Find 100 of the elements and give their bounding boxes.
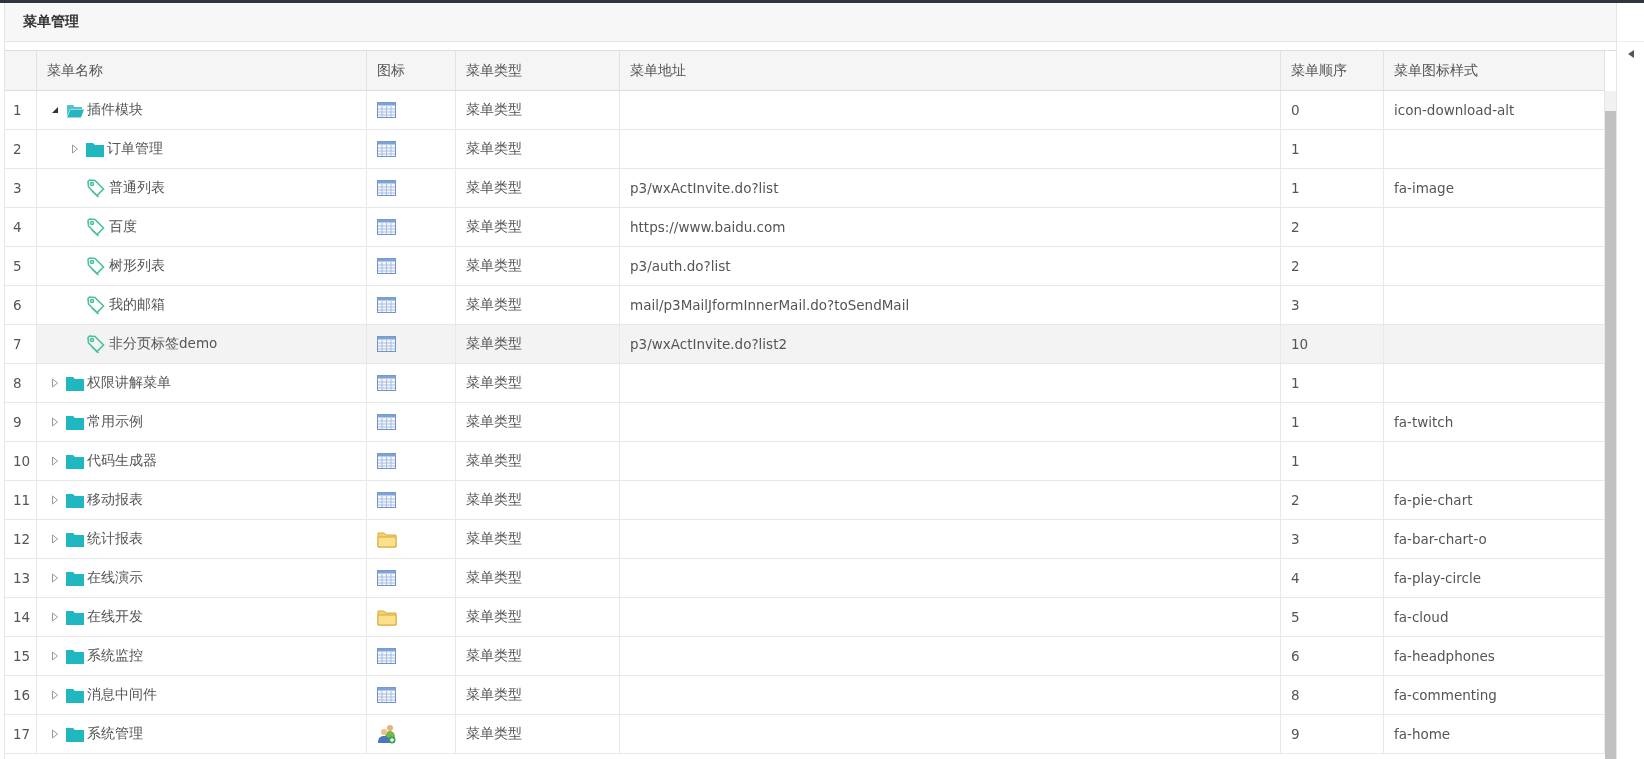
folder-icon	[377, 608, 397, 626]
table-cell: 菜单类型	[466, 335, 522, 353]
table-row[interactable]: 11 移动报表 菜单类型 2 fa-pie-chart	[5, 481, 1605, 520]
table-cell: fa-headphones	[1394, 648, 1495, 664]
table-cell: 3	[1291, 531, 1300, 547]
table-row[interactable]: 7 非分页标签demo 菜单类型 p3/wxActInvite.do?list2 10	[5, 325, 1605, 364]
table-cell: 6	[1291, 648, 1300, 664]
table-cell: 1	[1291, 375, 1300, 391]
table-cell: 菜单类型	[466, 647, 522, 665]
menu-name: 代码生成器	[87, 452, 157, 470]
table-icon	[377, 414, 396, 430]
caret-icon[interactable]	[1627, 50, 1634, 58]
collapsed-arrow-icon[interactable]	[51, 534, 59, 544]
table-cell: 1	[1291, 180, 1300, 196]
table-cell: fa-play-circle	[1394, 570, 1482, 586]
table-row[interactable]: 6 我的邮箱 菜单类型 mail/p3MailJformInnerMail.do?toSendMail 3	[5, 286, 1605, 325]
table-row[interactable]: 8 权限讲解菜单 菜单类型 1	[5, 364, 1605, 403]
table-row[interactable]: 3 普通列表 菜单类型 p3/wxActInvite.do?list 1 fa-image	[5, 169, 1605, 208]
table-icon	[377, 141, 396, 157]
table-row[interactable]: 17 系统管理 菜单类型 9 fa-home	[5, 715, 1605, 754]
table-row[interactable]: 16 消息中间件 菜单类型 8 fa-commenting	[5, 676, 1605, 715]
menu-name: 我的邮箱	[109, 296, 165, 314]
table-icon	[377, 375, 396, 391]
collapsed-arrow-icon[interactable]	[51, 456, 59, 466]
table-cell: https://www.baidu.com	[630, 219, 786, 235]
collapsed-arrow-icon[interactable]	[51, 612, 59, 622]
column-header[interactable]: 菜单类型	[466, 61, 522, 80]
menu-name: 插件模块	[87, 101, 143, 119]
folder-icon	[66, 570, 84, 586]
table-cell: fa-cloud	[1394, 609, 1449, 625]
table-icon	[377, 102, 396, 118]
collapsed-arrow-icon[interactable]	[51, 417, 59, 427]
table-cell: p3/auth.do?list	[630, 258, 731, 274]
collapsed-arrow-icon[interactable]	[71, 144, 79, 154]
table-cell: 菜单类型	[466, 296, 522, 314]
table-row[interactable]: 14 在线开发 菜单类型 5 fa-cloud	[5, 598, 1605, 637]
table-row[interactable]: 5 树形列表 菜单类型 p3/auth.do?list 2	[5, 247, 1605, 286]
menu-name: 系统管理	[87, 725, 143, 743]
tag-icon	[86, 295, 106, 315]
table-icon	[377, 180, 396, 196]
collapsed-arrow-icon[interactable]	[51, 378, 59, 388]
table-row[interactable]: 10 代码生成器 菜单类型 1	[5, 442, 1605, 481]
table-row[interactable]: 4 百度 菜单类型 https://www.baidu.com 2	[5, 208, 1605, 247]
folder-icon	[377, 530, 397, 548]
menu-name: 系统监控	[87, 647, 143, 665]
scrollbar[interactable]	[1605, 91, 1616, 759]
collapsed-arrow-icon[interactable]	[51, 729, 59, 739]
row-number: 14	[13, 609, 31, 625]
open-folder-icon	[66, 102, 84, 118]
menu-name: 非分页标签demo	[109, 335, 218, 353]
table-row[interactable]: 1 插件模块 菜单类型 0 icon-download-alt	[5, 91, 1605, 130]
menu-name: 消息中间件	[87, 686, 157, 704]
table-cell: 5	[1291, 609, 1300, 625]
collapsed-arrow-icon[interactable]	[51, 495, 59, 505]
column-header[interactable]: 菜单图标样式	[1394, 61, 1478, 80]
table-cell: 菜单类型	[466, 608, 522, 626]
table-icon	[377, 570, 396, 586]
tag-icon	[86, 217, 106, 237]
menu-name: 常用示例	[87, 413, 143, 431]
column-header[interactable]: 图标	[377, 61, 405, 80]
row-number: 3	[13, 180, 22, 196]
folder-icon	[66, 492, 84, 508]
table-cell: 菜单类型	[466, 569, 522, 587]
table-cell: 2	[1291, 219, 1300, 235]
table-cell: 菜单类型	[466, 725, 522, 743]
column-header[interactable]: 菜单地址	[630, 61, 686, 80]
table-row[interactable]: 2 订单管理 菜单类型 1	[5, 130, 1605, 169]
table-icon	[377, 297, 396, 313]
collapsed-arrow-icon[interactable]	[51, 690, 59, 700]
row-number: 1	[13, 102, 22, 118]
table-icon	[377, 336, 396, 352]
collapsed-arrow-icon[interactable]	[51, 651, 59, 661]
table-cell: 8	[1291, 687, 1300, 703]
column-header[interactable]: 菜单名称	[47, 61, 103, 80]
row-number: 16	[13, 687, 31, 703]
folder-icon	[66, 531, 84, 547]
row-number: 13	[13, 570, 31, 586]
table-cell: fa-pie-chart	[1394, 492, 1473, 508]
row-number: 7	[13, 336, 22, 352]
tag-icon	[86, 334, 106, 354]
row-number: 8	[13, 375, 22, 391]
column-header[interactable]: 菜单顺序	[1291, 61, 1347, 80]
collapsed-arrow-icon[interactable]	[51, 573, 59, 583]
table-row[interactable]: 15 系统监控 菜单类型 6 fa-headphones	[5, 637, 1605, 676]
table-row[interactable]: 13 在线演示 菜单类型 4 fa-play-circle	[5, 559, 1605, 598]
table-cell: 3	[1291, 297, 1300, 313]
row-number: 12	[13, 531, 31, 547]
table-cell: 菜单类型	[466, 413, 522, 431]
tag-icon	[86, 256, 106, 276]
expanded-arrow-icon[interactable]	[51, 106, 59, 114]
row-number: 10	[13, 453, 31, 469]
table-row[interactable]: 12 统计报表 菜单类型 3 fa-bar-chart-o	[5, 520, 1605, 559]
table-cell: p3/wxActInvite.do?list2	[630, 336, 788, 352]
table-cell: 0	[1291, 102, 1300, 118]
table-row[interactable]: 9 常用示例 菜单类型 1 fa-twitch	[5, 403, 1605, 442]
row-number: 6	[13, 297, 22, 313]
table-cell: 菜单类型	[466, 491, 522, 509]
folder-icon	[66, 648, 84, 664]
row-number: 11	[13, 492, 31, 508]
table-cell: 2	[1291, 492, 1300, 508]
